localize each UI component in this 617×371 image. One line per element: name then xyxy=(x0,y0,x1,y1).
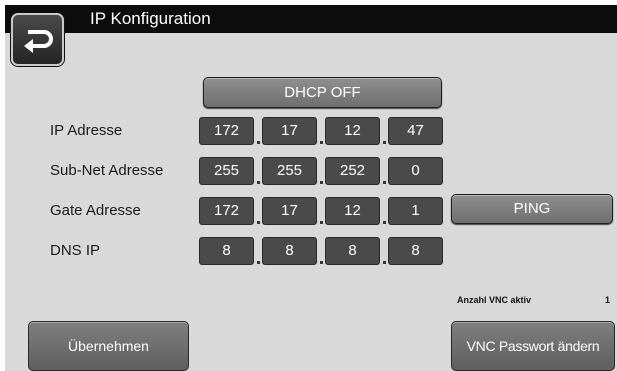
ip-config-screen: IP Konfiguration DHCP OFF IP Adresse 172… xyxy=(5,5,617,371)
octet-separator xyxy=(383,261,386,264)
title-bar: IP Konfiguration xyxy=(5,5,617,33)
octet-separator xyxy=(383,181,386,184)
vnc-active-label: Anzahl VNC aktiv xyxy=(457,295,532,305)
subnet-address-octet-4[interactable]: 0 xyxy=(388,157,443,185)
octet-separator xyxy=(257,221,260,224)
vnc-active-count: 1 xyxy=(605,295,611,305)
gate-address-octet-4[interactable]: 1 xyxy=(388,197,443,225)
ping-button[interactable]: PING xyxy=(451,194,613,224)
gate-address-octet-1[interactable]: 172 xyxy=(199,197,254,225)
subnet-address-octet-1[interactable]: 255 xyxy=(199,157,254,185)
octet-separator xyxy=(257,181,260,184)
octet-separator xyxy=(320,181,323,184)
dns-ip-octet-2[interactable]: 8 xyxy=(262,237,317,265)
subnet-address-octet-3[interactable]: 252 xyxy=(325,157,380,185)
page-title: IP Konfiguration xyxy=(90,9,211,28)
ip-address-octet-3[interactable]: 12 xyxy=(325,117,380,145)
gate-address-octet-3[interactable]: 12 xyxy=(325,197,380,225)
octet-separator xyxy=(383,141,386,144)
ip-address-octet-4[interactable]: 47 xyxy=(388,117,443,145)
subnet-address-label: Sub-Net Adresse xyxy=(50,162,164,179)
octet-separator xyxy=(320,261,323,264)
octet-separator xyxy=(257,261,260,264)
octet-separator xyxy=(257,141,260,144)
dns-ip-octet-1[interactable]: 8 xyxy=(199,237,254,265)
dhcp-toggle-button[interactable]: DHCP OFF xyxy=(203,77,442,108)
octet-separator xyxy=(320,141,323,144)
dns-ip-octet-3[interactable]: 8 xyxy=(325,237,380,265)
change-vnc-password-button[interactable]: VNC Passwort ändern xyxy=(451,321,615,371)
dns-ip-label: DNS IP xyxy=(50,242,101,259)
octet-separator xyxy=(320,221,323,224)
ip-address-octet-1[interactable]: 172 xyxy=(199,117,254,145)
gate-address-octet-2[interactable]: 17 xyxy=(262,197,317,225)
gate-address-label: Gate Adresse xyxy=(50,202,141,219)
back-button[interactable] xyxy=(11,13,64,66)
apply-button[interactable]: Übernehmen xyxy=(28,321,189,371)
octet-separator xyxy=(383,221,386,224)
ip-address-label: IP Adresse xyxy=(50,122,123,139)
subnet-address-octet-2[interactable]: 255 xyxy=(262,157,317,185)
dns-ip-octet-4[interactable]: 8 xyxy=(388,237,443,265)
return-arrow-icon xyxy=(22,27,54,53)
ip-address-octet-2[interactable]: 17 xyxy=(262,117,317,145)
